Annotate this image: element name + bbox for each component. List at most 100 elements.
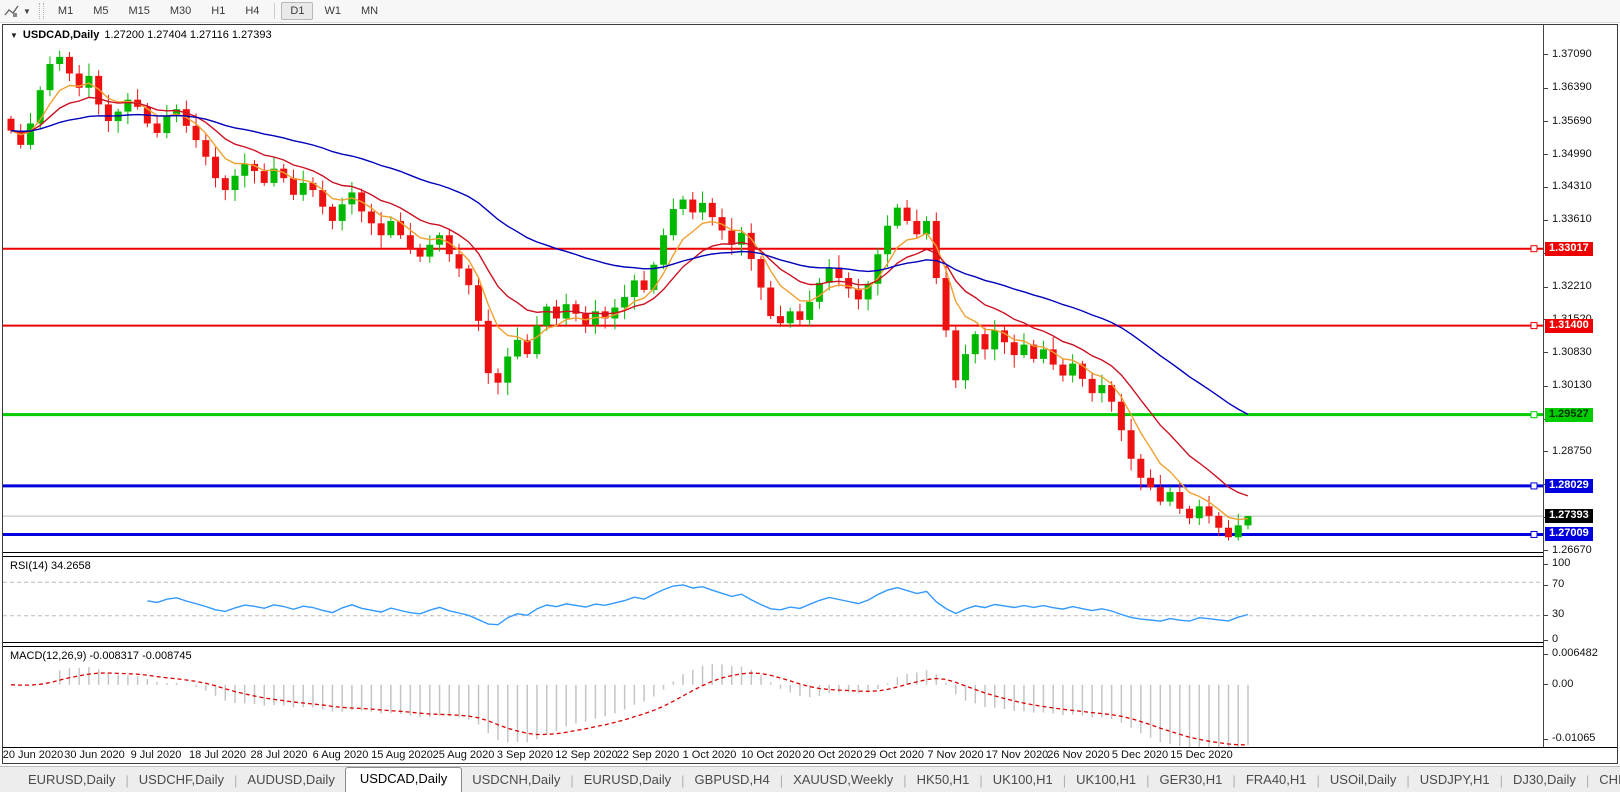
timeframe-button-h4[interactable]: H4 — [236, 2, 268, 20]
chart-tab-hk50-h1[interactable]: HK50,H1 — [907, 769, 980, 792]
date-tick: 25 Aug 2020 — [432, 749, 495, 761]
macd-tick: -0.01065 — [1552, 732, 1596, 744]
chart-tab-gbpusd-h4[interactable]: GBPUSD,H4 — [685, 769, 780, 792]
date-axis[interactable]: 20 Jun 2020 30 Jun 2020 9 Jul 2020 18 Jul 2… — [3, 748, 1543, 763]
tick-mark — [1544, 54, 1548, 56]
tick-mark — [1544, 738, 1548, 740]
date-tick: 20 Oct 2020 — [802, 749, 863, 761]
price-level-tag: 1.33017 — [1545, 241, 1593, 256]
cursor-tool-button[interactable]: ▼ — [0, 0, 35, 22]
date-tick: 3 Sep 2020 — [496, 749, 554, 761]
chart-tab-usdcnh-daily[interactable]: USDCNH,Daily — [462, 769, 570, 792]
macd-label: MACD(12,26,9) -0.008317 -0.008745 — [10, 650, 192, 662]
chart-window: ▼ USDCAD,Daily 1.27200 1.27404 1.27116 1… — [2, 24, 1618, 764]
date-tick: 5 Dec 2020 — [1111, 749, 1169, 761]
chart-tab-fra40-h1[interactable]: FRA40,H1 — [1236, 769, 1317, 792]
chart-tab-bar: EURUSD,Daily | USDCHF,Daily | AUDUSD,Daily US… — [0, 766, 1620, 792]
date-tick: 9 Jul 2020 — [130, 749, 182, 761]
chart-tab-usdcad-daily[interactable]: USDCAD,Daily — [344, 767, 463, 792]
price-level-tag: 1.28029 — [1545, 478, 1593, 493]
chart-tab-xauusd-weekly[interactable]: XAUUSD,Weekly — [783, 769, 903, 792]
chart-tab-dj30-daily[interactable]: DJ30,Daily — [1503, 769, 1586, 792]
timeframe-button-mn[interactable]: MN — [352, 2, 387, 20]
date-tick: 29 Oct 2020 — [864, 749, 924, 761]
date-tick: 17 Nov 2020 — [985, 749, 1049, 761]
date-tick: 1 Oct 2020 — [682, 749, 737, 761]
date-tick: 15 Dec 2020 — [1170, 749, 1233, 761]
date-tick: 30 Jun 2020 — [64, 749, 125, 761]
chart-tab-uk100-h1[interactable]: UK100,H1 — [983, 769, 1063, 792]
chart-tab-uk100-h1[interactable]: UK100,H1 — [1066, 769, 1146, 792]
price-tick: 1.34990 — [1552, 147, 1592, 160]
symbol-caret-icon[interactable]: ▼ — [10, 31, 18, 40]
tick-mark — [1544, 352, 1548, 354]
toolbar-separator — [274, 3, 276, 19]
chart-tab-eurusd-daily[interactable]: EURUSD,Daily — [18, 769, 125, 792]
chart-tab-audusd-daily[interactable]: AUDUSD,Daily — [237, 769, 344, 792]
tick-mark — [1544, 684, 1548, 686]
tick-mark — [1544, 614, 1548, 616]
macd-tick: 0.006482 — [1552, 647, 1598, 659]
tick-mark — [1544, 451, 1548, 453]
date-tick: 18 Jul 2020 — [189, 749, 246, 761]
quote-open: 1.27200 — [104, 29, 145, 41]
tick-mark — [1544, 653, 1548, 655]
macd-tick: 0.00 — [1552, 677, 1574, 690]
tick-mark — [1544, 584, 1548, 586]
price-level-tag: 1.29527 — [1545, 407, 1593, 422]
chart-tab-eurusd-daily[interactable]: EURUSD,Daily — [574, 769, 681, 792]
date-tick: 15 Aug 2020 — [371, 749, 433, 761]
price-tick: 1.30830 — [1552, 345, 1592, 358]
timeframe-button-h1[interactable]: H1 — [202, 2, 234, 20]
cursor-tool-icon — [4, 4, 20, 18]
chart-tab-ger30-h1[interactable]: GER30,H1 — [1150, 769, 1233, 792]
rsi-tick: 70 — [1552, 578, 1565, 590]
top-toolbar: ▼ M1 M5 M15 M30 H1 H4 D1 W1 MN — [0, 0, 1620, 23]
tick-mark — [1544, 639, 1548, 641]
date-tick: 10 Oct 2020 — [741, 749, 801, 761]
price-level-tag: 1.31400 — [1545, 318, 1593, 333]
tick-mark — [1544, 186, 1548, 188]
quote-close: 1.27393 — [231, 29, 272, 41]
symbol-name: USDCAD,Daily — [22, 29, 100, 41]
chart-tab-usdchf-daily[interactable]: USDCHF,Daily — [129, 769, 234, 792]
chart-tab-usoil-daily[interactable]: USOil,Daily — [1320, 769, 1406, 792]
rsi-panel[interactable] — [3, 557, 1543, 642]
date-tick: 6 Aug 2020 — [312, 749, 369, 761]
price-tick: 1.28750 — [1552, 444, 1592, 457]
timeframe-button-w1[interactable]: W1 — [315, 2, 350, 20]
rsi-tick: 0 — [1552, 633, 1559, 645]
price-axis[interactable]: 1.37090 1.36390 1.35690 1.34990 1.34310 1.336… — [1544, 25, 1617, 747]
rsi-tick: 30 — [1552, 608, 1565, 620]
tick-mark — [1544, 219, 1548, 221]
tick-mark — [1544, 563, 1548, 565]
current-price-tag: 1.27393 — [1545, 509, 1593, 524]
chart-tab-usdjpy-h1[interactable]: USDJPY,H1 — [1410, 769, 1500, 792]
tick-mark — [1544, 385, 1548, 387]
price-tick: 1.26670 — [1552, 543, 1592, 556]
tick-mark — [1544, 121, 1548, 123]
price-tick: 1.36390 — [1552, 81, 1592, 94]
quote-high: 1.27404 — [147, 29, 187, 41]
timeframe-button-m30[interactable]: M30 — [161, 2, 200, 20]
date-tick: 20 Jun 2020 — [2, 749, 64, 761]
price-tick: 1.30130 — [1552, 379, 1592, 391]
date-tick: 7 Nov 2020 — [927, 749, 984, 761]
price-tick: 1.37090 — [1552, 47, 1592, 60]
rsi-tick: 100 — [1552, 557, 1571, 569]
price-tick: 1.33610 — [1552, 213, 1592, 226]
timeframe-button-m5[interactable]: M5 — [84, 2, 117, 20]
date-tick: 12 Sep 2020 — [555, 749, 618, 761]
timeframe-button-m1[interactable]: M1 — [49, 2, 82, 20]
tick-mark — [1544, 154, 1548, 156]
date-tick: 22 Sep 2020 — [616, 749, 680, 761]
chart-title: ▼ USDCAD,Daily 1.27200 1.27404 1.27116 1… — [10, 29, 272, 41]
chart-tab-china300-h1[interactable]: CHINA300,H1 — [1589, 769, 1620, 792]
toolbar-grip — [38, 3, 44, 19]
timeframe-button-d1[interactable]: D1 — [281, 2, 314, 20]
main-chart-panel[interactable] — [3, 25, 1543, 552]
timeframe-button-m15[interactable]: M15 — [119, 2, 158, 20]
cursor-tool-caret-icon[interactable]: ▼ — [23, 7, 31, 16]
price-tick: 1.34310 — [1552, 180, 1592, 193]
macd-panel[interactable] — [3, 647, 1543, 747]
